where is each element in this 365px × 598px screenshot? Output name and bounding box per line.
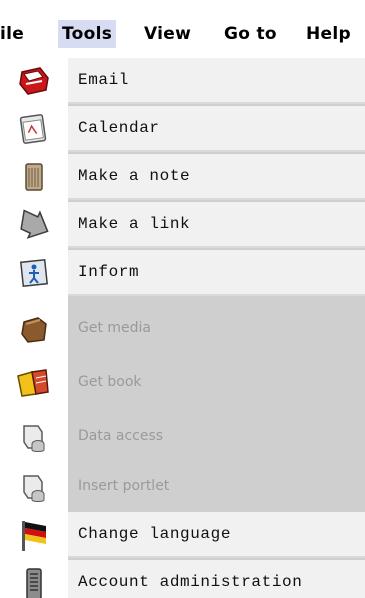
media-icon [16, 312, 52, 346]
menu-help[interactable]: Help [306, 20, 351, 48]
menu-item-make-a-note[interactable]: Make a note [0, 154, 365, 200]
email-icon [16, 64, 52, 98]
menu-item-label: Make a note [78, 167, 191, 185]
tools-dropdown-menu: Email Calendar Make a note Make a link I… [0, 58, 365, 598]
menu-item-account-administration[interactable]: Account administration [0, 560, 365, 598]
menu-item-label-box: Change language [68, 512, 365, 558]
book-icon [16, 366, 52, 400]
menu-item-label: Email [78, 71, 130, 89]
data-access-icon [16, 420, 52, 454]
menu-item-label-box: Account administration [68, 560, 365, 598]
menu-tools[interactable]: Tools [58, 20, 117, 48]
menu-view[interactable]: View [144, 20, 191, 48]
note-icon [16, 160, 52, 194]
menu-item-label: Insert portlet [78, 478, 170, 494]
menu-item-label-box: Make a link [68, 202, 365, 248]
menu-item-label-box: Get media [68, 306, 365, 352]
menu-item-label: Data access [78, 428, 164, 444]
menu-item-label: Account administration [78, 573, 303, 591]
menu-item-label-box: Data access [68, 414, 365, 460]
menu-item-label: Get media [78, 320, 152, 336]
menu-item-calendar[interactable]: Calendar [0, 106, 365, 152]
menu-item-make-a-link[interactable]: Make a link [0, 202, 365, 248]
menu-item-label-box: Calendar [68, 106, 365, 152]
menu-item-label-box: Email [68, 58, 365, 104]
inform-icon [16, 256, 52, 290]
calendar-icon [16, 112, 52, 146]
menu-item-email[interactable]: Email [0, 58, 365, 104]
app-root: ile Tools View Go to Help Email Calendar… [0, 0, 365, 598]
menu-item-label: Make a link [78, 215, 191, 233]
menu-item-label-box: Get book [68, 360, 365, 406]
menu-bar: ile Tools View Go to Help [0, 0, 365, 64]
menu-item-label: Change language [78, 525, 232, 543]
menu-item-label-box: Insert portlet [68, 464, 365, 510]
menu-file[interactable]: ile [0, 20, 24, 48]
menu-item-label: Calendar [78, 119, 160, 137]
link-icon [16, 208, 52, 242]
menu-item-get-book[interactable]: Get book [0, 360, 365, 406]
menu-item-insert-portlet[interactable]: Insert portlet [0, 464, 365, 510]
menu-item-label: Get book [78, 374, 142, 390]
account-icon [16, 566, 52, 598]
menu-item-change-language[interactable]: Change language [0, 512, 365, 558]
menu-go-to[interactable]: Go to [224, 20, 277, 48]
menu-item-label-box: Make a note [68, 154, 365, 200]
portlet-icon [16, 470, 52, 504]
menu-item-inform[interactable]: Inform [0, 250, 365, 296]
menu-item-get-media[interactable]: Get media [0, 306, 365, 352]
flag-icon [16, 518, 52, 552]
menu-item-label-box: Inform [68, 250, 365, 296]
menu-item-data-access[interactable]: Data access [0, 414, 365, 460]
menu-item-label: Inform [78, 263, 140, 281]
